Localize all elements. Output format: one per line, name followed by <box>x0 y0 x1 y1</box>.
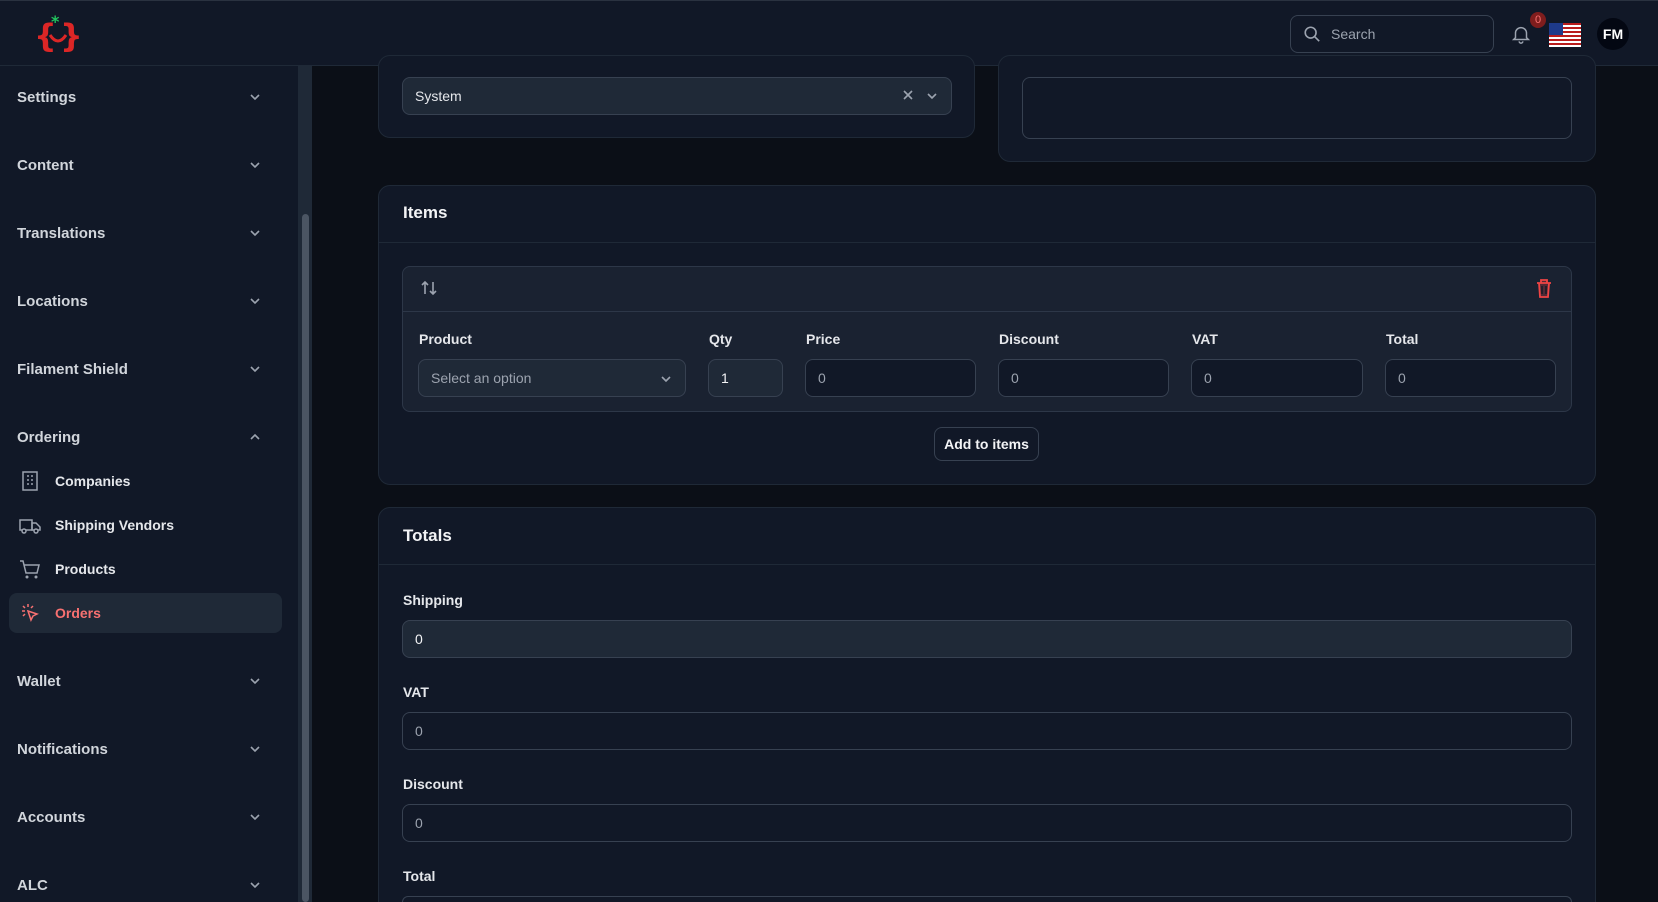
discount-label: Discount <box>403 776 463 792</box>
sidebar-group-alc[interactable]: ALC <box>0 865 290 902</box>
source-select[interactable]: System <box>402 77 952 115</box>
reorder-icon[interactable] <box>419 278 439 298</box>
bell-icon[interactable] <box>1510 23 1532 45</box>
chevron-down-icon <box>250 678 260 685</box>
sidebar-group-label: Notifications <box>17 740 108 758</box>
cursor-click-icon <box>22 604 39 622</box>
shipping-input[interactable]: 0 <box>402 620 1572 658</box>
vat-column-label: VAT <box>1192 331 1218 347</box>
logo-icon[interactable]: { } * <box>34 13 82 55</box>
avatar[interactable]: FM <box>1597 18 1629 50</box>
sidebar-group-wallet[interactable]: Wallet <box>0 661 290 701</box>
notification-badge: 0 <box>1530 12 1546 28</box>
sidebar-group-translations[interactable]: Translations <box>0 213 290 253</box>
sidebar-group-label: Content <box>17 156 74 174</box>
notes-textarea[interactable] <box>1022 77 1572 139</box>
trash-icon[interactable] <box>1535 278 1553 298</box>
product-select-placeholder: Select an option <box>431 370 532 386</box>
chevron-down-icon <box>927 93 937 100</box>
discount-input[interactable]: 0 <box>998 359 1169 397</box>
add-to-items-button[interactable]: Add to items <box>934 427 1039 461</box>
shipping-label: Shipping <box>403 592 463 608</box>
svg-text:*: * <box>51 13 60 31</box>
sidebar-item-label: Companies <box>55 473 131 489</box>
qty-column-label: Qty <box>709 331 733 347</box>
total-label: Total <box>403 868 436 884</box>
chevron-down-icon <box>250 94 260 101</box>
search-input[interactable]: Search <box>1290 15 1494 53</box>
sidebar-group-ordering[interactable]: Ordering <box>0 417 290 457</box>
truck-icon <box>19 519 41 534</box>
sidebar-group-filament-shield[interactable]: Filament Shield <box>0 349 290 389</box>
close-icon[interactable] <box>901 88 915 102</box>
chevron-down-icon <box>250 814 260 821</box>
total-input[interactable]: 0 <box>1385 359 1556 397</box>
sidebar-group-label: ALC <box>17 876 48 894</box>
sidebar-item-label: Shipping Vendors <box>55 517 175 533</box>
building-icon <box>22 471 38 491</box>
repeater-header-divider <box>402 311 1572 312</box>
chevron-down-icon <box>250 162 260 169</box>
sidebar-item-label: Orders <box>55 605 101 621</box>
us-flag-icon[interactable] <box>1549 23 1581 47</box>
sidebar-item-companies[interactable]: Companies <box>9 461 282 501</box>
search-icon <box>1304 26 1320 42</box>
discount-column-label: Discount <box>999 331 1059 347</box>
product-column-label: Product <box>419 331 472 347</box>
sidebar-group-label: Filament Shield <box>17 360 128 378</box>
chevron-up-icon <box>250 433 260 440</box>
chevron-down-icon <box>250 746 260 753</box>
sidebar-item-shipping-vendors[interactable]: Shipping Vendors <box>9 505 282 545</box>
items-divider <box>379 242 1595 243</box>
qty-input[interactable]: 1 <box>708 359 783 397</box>
vat-label: VAT <box>403 684 429 700</box>
discount-total-input[interactable]: 0 <box>402 804 1572 842</box>
sidebar-group-accounts[interactable]: Accounts <box>0 797 290 837</box>
search-placeholder: Search <box>1331 26 1376 42</box>
sidebar-scrollbar-thumb[interactable] <box>302 214 309 902</box>
total-column-label: Total <box>1386 331 1419 347</box>
totals-divider <box>379 564 1595 565</box>
chevron-down-icon <box>250 298 260 305</box>
sidebar-group-settings[interactable]: Settings <box>0 77 290 117</box>
product-select[interactable]: Select an option <box>418 359 686 397</box>
vat-input[interactable]: 0 <box>1191 359 1363 397</box>
sidebar-item-products[interactable]: Products <box>9 549 282 589</box>
price-column-label: Price <box>806 331 841 347</box>
sidebar-group-label: Accounts <box>17 808 86 826</box>
sidebar-item-orders[interactable]: Orders <box>9 593 282 633</box>
totals-card <box>378 507 1596 902</box>
sidebar-item-label: Products <box>55 561 116 577</box>
total-input-field[interactable] <box>402 896 1572 902</box>
price-input[interactable]: 0 <box>805 359 976 397</box>
sidebar-group-label: Locations <box>17 292 88 310</box>
totals-title: Totals <box>403 526 452 545</box>
sidebar-group-locations[interactable]: Locations <box>0 281 290 321</box>
vat-total-input[interactable]: 0 <box>402 712 1572 750</box>
sidebar-group-label: Ordering <box>17 428 81 446</box>
chevron-down-icon <box>250 366 260 373</box>
chevron-down-icon <box>250 882 260 889</box>
cart-icon <box>20 560 40 579</box>
sidebar-group-label: Wallet <box>17 672 61 690</box>
chevron-down-icon <box>250 230 260 237</box>
items-title: Items <box>403 203 448 222</box>
chevron-down-icon <box>661 376 671 383</box>
source-select-value: System <box>415 88 462 104</box>
svg-text:}: } <box>60 17 82 55</box>
sidebar-group-label: Settings <box>17 88 77 106</box>
sidebar-group-content[interactable]: Content <box>0 145 290 185</box>
sidebar-group-label: Translations <box>17 224 106 242</box>
sidebar-group-notifications[interactable]: Notifications <box>0 729 290 769</box>
